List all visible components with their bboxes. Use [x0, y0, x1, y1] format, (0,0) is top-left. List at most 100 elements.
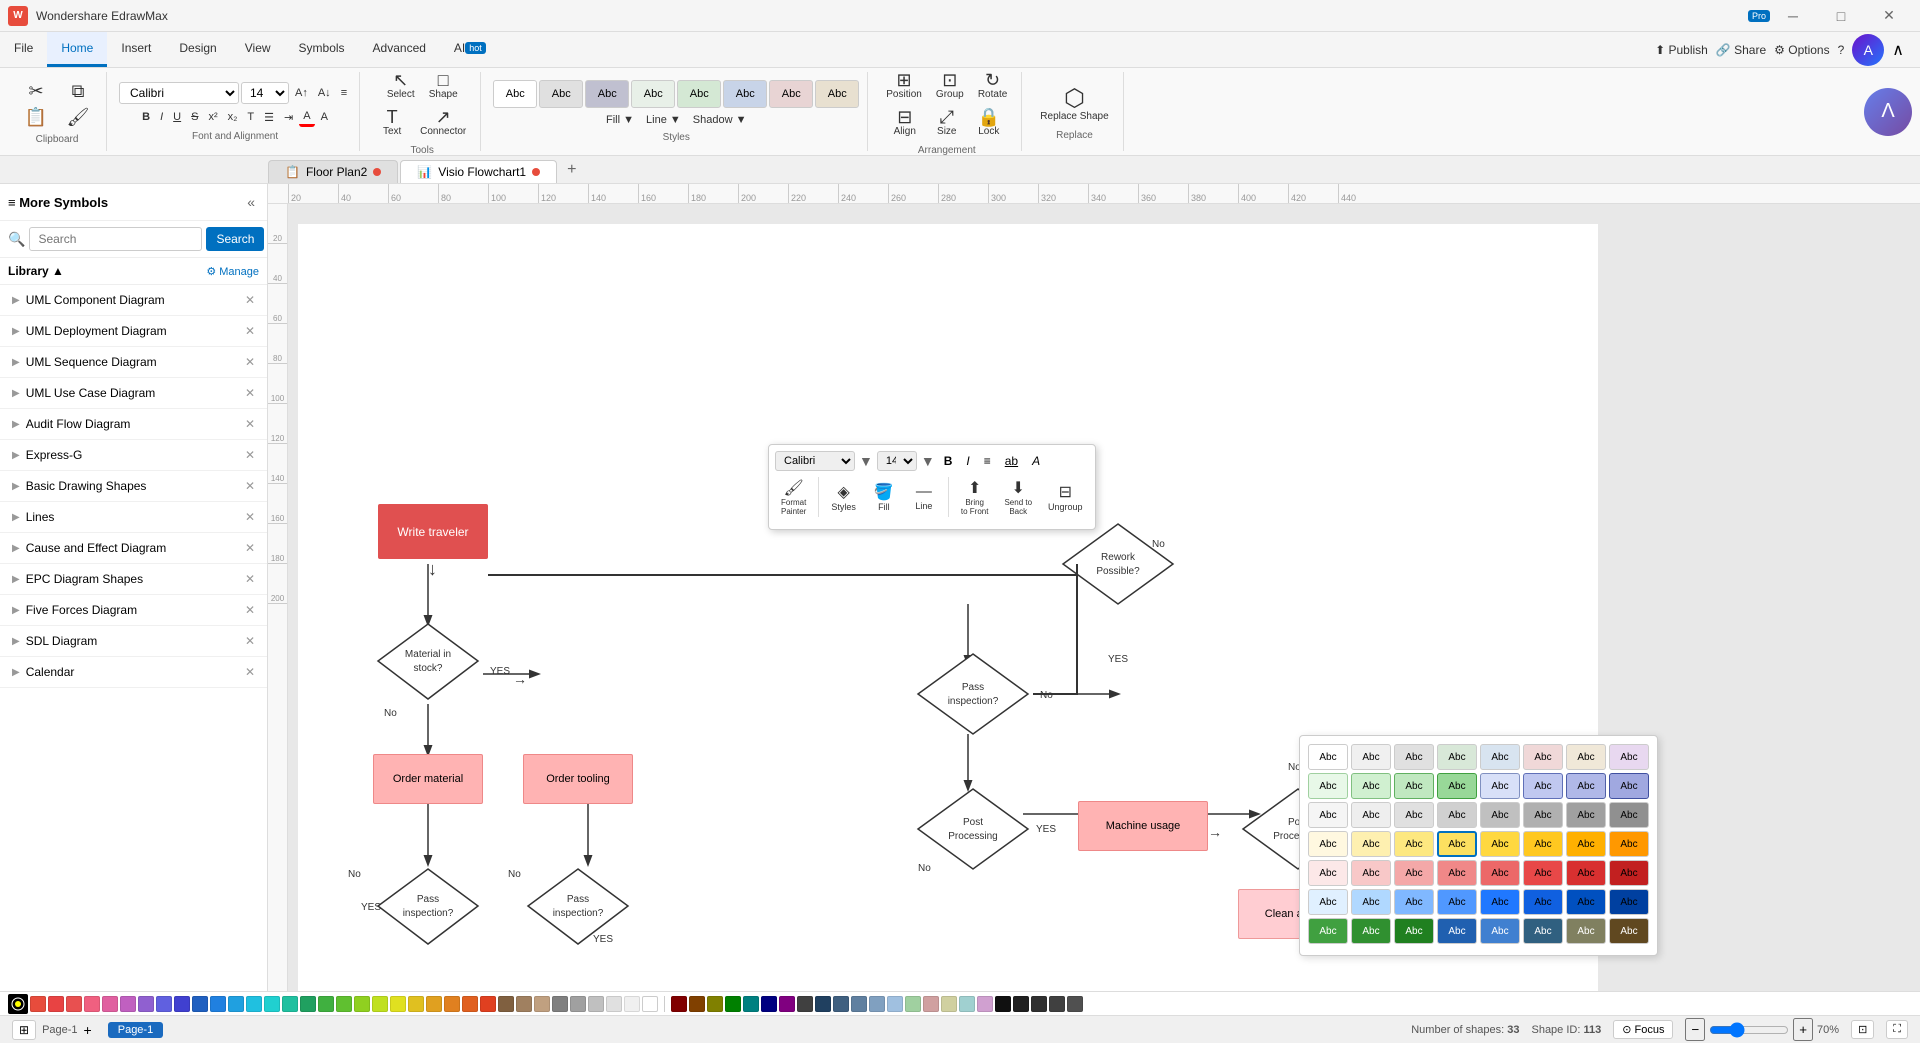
color-swatch[interactable]	[941, 996, 957, 1012]
font-color-btn[interactable]: A	[299, 108, 314, 127]
sg-cell[interactable]: Abc	[1523, 918, 1563, 944]
sg-cell[interactable]: Abc	[1523, 802, 1563, 828]
list-item[interactable]: ▶EPC Diagram Shapes ✕	[0, 564, 267, 595]
menu-advanced[interactable]: Advanced	[359, 32, 440, 67]
menu-symbols[interactable]: Symbols	[285, 32, 359, 67]
shape-post-processing-1[interactable]: Post Processing	[913, 784, 1033, 874]
remove-item-btn[interactable]: ✕	[245, 634, 255, 648]
font-family-select[interactable]: Calibri	[119, 82, 239, 104]
color-swatch[interactable]	[138, 996, 154, 1012]
color-red[interactable]	[30, 996, 46, 1012]
color-swatch[interactable]	[761, 996, 777, 1012]
color-swatch[interactable]	[156, 996, 172, 1012]
add-tab-btn[interactable]: +	[559, 157, 584, 183]
rotate-btn[interactable]: ↻Rotate	[972, 67, 1013, 104]
options-btn[interactable]: ⚙ Options	[1774, 43, 1829, 57]
color-swatch[interactable]	[552, 996, 568, 1012]
collapse-btn[interactable]: ∧	[1892, 40, 1904, 60]
sg-cell[interactable]: Abc	[1480, 860, 1520, 886]
list-btn[interactable]: ☰	[260, 109, 278, 126]
sg-cell[interactable]: Abc	[1437, 860, 1477, 886]
color-swatch[interactable]	[264, 996, 280, 1012]
menu-home[interactable]: Home	[47, 32, 107, 67]
zoom-in-btn[interactable]: +	[1793, 1018, 1813, 1041]
color-swatch[interactable]	[923, 996, 939, 1012]
list-item[interactable]: ▶UML Component Diagram ✕	[0, 285, 267, 316]
font-grow-btn[interactable]: A↑	[291, 85, 312, 101]
list-item[interactable]: ▶UML Deployment Diagram ✕	[0, 316, 267, 347]
color-swatch[interactable]	[570, 996, 586, 1012]
paste-btn[interactable]: 📋	[16, 104, 56, 130]
ft-send-to-back-btn[interactable]: ⬇ Send toBack	[998, 475, 1038, 519]
color-swatch[interactable]	[354, 996, 370, 1012]
sg-cell[interactable]: Abc	[1566, 802, 1606, 828]
sg-cell[interactable]: Abc	[1480, 831, 1520, 857]
menu-design[interactable]: Design	[165, 32, 230, 67]
color-swatch[interactable]	[833, 996, 849, 1012]
color-swatch[interactable]	[192, 996, 208, 1012]
shape-btn[interactable]: □ Shape	[423, 67, 464, 104]
fullscreen-btn[interactable]: ⛶	[1886, 1020, 1908, 1039]
ft-font-dropdown[interactable]: ▼	[859, 453, 873, 469]
sg-cell[interactable]: Abc	[1523, 889, 1563, 915]
sg-cell[interactable]: Abc	[1308, 918, 1348, 944]
search-button[interactable]: Search	[206, 227, 264, 251]
help-btn[interactable]: ?	[1838, 43, 1845, 57]
sg-cell[interactable]: Abc	[1394, 889, 1434, 915]
color-swatch[interactable]	[462, 996, 478, 1012]
color-swatch[interactable]	[228, 996, 244, 1012]
color-swatch[interactable]	[408, 996, 424, 1012]
color-swatch[interactable]	[246, 996, 262, 1012]
sg-cell[interactable]: Abc	[1566, 773, 1606, 799]
ai-assistant-icon[interactable]: Λ	[1864, 88, 1912, 136]
sg-cell[interactable]: Abc	[1394, 802, 1434, 828]
bold-btn[interactable]: B	[138, 109, 154, 125]
color-swatch[interactable]	[300, 996, 316, 1012]
copy-btn[interactable]: ⧉	[58, 78, 98, 104]
sg-cell[interactable]: Abc	[1394, 831, 1434, 857]
swatch-1[interactable]: Abc	[493, 80, 537, 108]
menu-view[interactable]: View	[231, 32, 285, 67]
indent-btn[interactable]: ⇥	[280, 109, 297, 126]
zoom-out-btn[interactable]: −	[1685, 1018, 1705, 1041]
italic-btn[interactable]: I	[156, 109, 167, 125]
list-item[interactable]: ▶Express-G ✕	[0, 440, 267, 471]
zoom-slider[interactable]	[1709, 1022, 1789, 1038]
share-btn[interactable]: 🔗 Share	[1716, 43, 1766, 57]
minimize-btn[interactable]: ─	[1770, 2, 1816, 30]
list-item[interactable]: ▶Cause and Effect Diagram ✕	[0, 533, 267, 564]
close-btn[interactable]: ✕	[1866, 2, 1912, 30]
remove-item-btn[interactable]: ✕	[245, 572, 255, 586]
swatch-2[interactable]: Abc	[539, 80, 583, 108]
color-swatch[interactable]	[606, 996, 622, 1012]
color-swatch[interactable]	[102, 996, 118, 1012]
group-btn[interactable]: ⊡Group	[930, 67, 970, 104]
sg-cell[interactable]: Abc	[1351, 889, 1391, 915]
ft-text-a[interactable]: A	[1027, 452, 1045, 470]
color-swatch[interactable]	[977, 996, 993, 1012]
shape-material-in-stock[interactable]: Material in stock?	[373, 619, 483, 704]
menu-ai[interactable]: AI hot	[440, 32, 500, 67]
highlight-btn[interactable]: A	[317, 109, 332, 125]
sg-cell[interactable]: Abc	[1437, 889, 1477, 915]
color-swatch[interactable]	[851, 996, 867, 1012]
color-swatch[interactable]	[905, 996, 921, 1012]
sg-cell[interactable]: Abc	[1437, 918, 1477, 944]
remove-item-btn[interactable]: ✕	[245, 665, 255, 679]
color-swatch[interactable]	[959, 996, 975, 1012]
sg-cell[interactable]: Abc	[1609, 860, 1649, 886]
sg-cell[interactable]: Abc	[1609, 773, 1649, 799]
canvas-area[interactable]: 20 40 60 80 100 120 140 160 180 200	[268, 204, 1920, 991]
lock-btn[interactable]: 🔒Lock	[969, 104, 1009, 141]
sg-cell[interactable]: Abc	[1437, 773, 1477, 799]
replace-shape-btn[interactable]: ⬡ Replace Shape	[1034, 83, 1114, 126]
list-item[interactable]: ▶Audit Flow Diagram ✕	[0, 409, 267, 440]
remove-item-btn[interactable]: ✕	[245, 293, 255, 307]
color-swatch[interactable]	[174, 996, 190, 1012]
sg-cell[interactable]: Abc	[1523, 831, 1563, 857]
active-page-tab[interactable]: Page-1	[108, 1022, 163, 1038]
sg-cell[interactable]: Abc	[1480, 889, 1520, 915]
color-swatch[interactable]	[743, 996, 759, 1012]
text-tool-btn[interactable]: T Text	[372, 104, 412, 141]
color-swatch[interactable]	[1031, 996, 1047, 1012]
